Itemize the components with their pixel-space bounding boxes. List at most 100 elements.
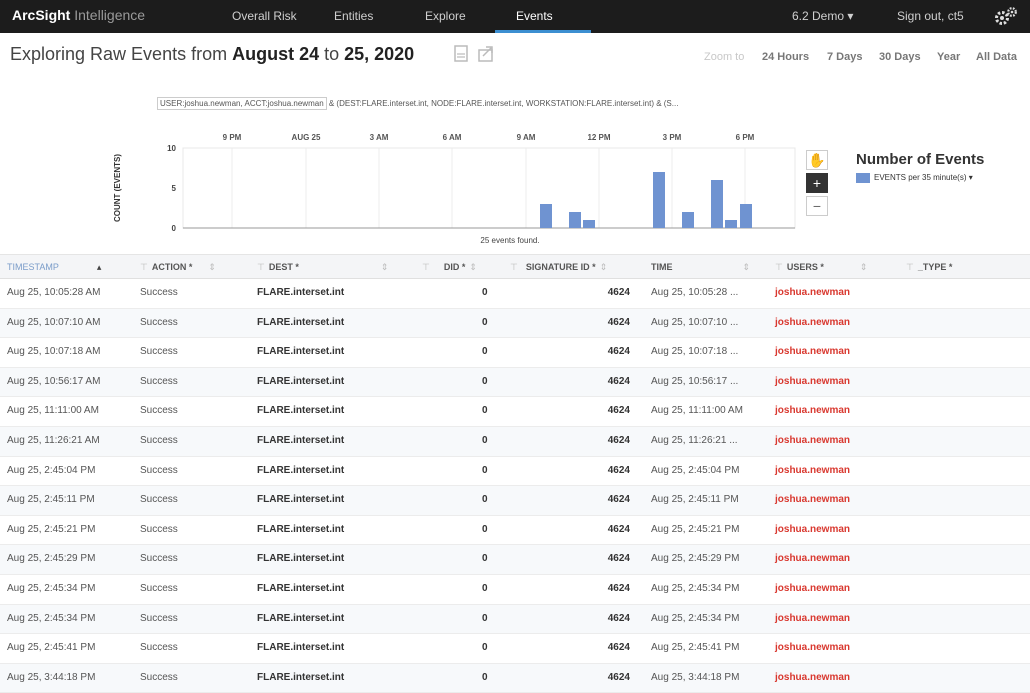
table-row[interactable]: Aug 25, 2:45:11 PM Success FLARE.interset.… bbox=[0, 486, 1030, 516]
col-dest[interactable]: ⊤ DEST * ⇕ bbox=[257, 262, 388, 273]
sort-active-icon[interactable]: ▴ bbox=[97, 262, 102, 272]
table-row[interactable]: Aug 25, 11:11:00 AM Success FLARE.interset… bbox=[0, 397, 1030, 427]
table-row[interactable]: Aug 25, 2:45:04 PM Success FLARE.interset.… bbox=[0, 457, 1030, 487]
settings-gear-icon[interactable] bbox=[993, 5, 1019, 27]
x-tick-label: 9 AM bbox=[517, 133, 536, 142]
table-row[interactable]: Aug 25, 10:56:17 AM Success FLARE.interset… bbox=[0, 367, 1030, 398]
user-link[interactable]: joshua.newman bbox=[775, 346, 850, 357]
histogram-bar[interactable] bbox=[583, 220, 595, 228]
filter-icon[interactable]: ⊤ bbox=[775, 262, 783, 272]
table-row[interactable]: Aug 25, 2:45:29 PM Success FLARE.interset.… bbox=[0, 545, 1030, 575]
legend-item[interactable]: EVENTS per 35 minute(s) ▾ bbox=[856, 173, 973, 183]
user-link[interactable]: joshua.newman bbox=[775, 583, 850, 594]
dest-cell: FLARE.interset.int bbox=[257, 671, 345, 683]
nav-tab-overall-risk[interactable]: Overall Risk bbox=[232, 9, 297, 23]
zoom-option[interactable]: 30 Days bbox=[879, 51, 921, 63]
user-link[interactable]: joshua.newman bbox=[775, 672, 850, 683]
title-prefix: Exploring Raw Events from bbox=[10, 44, 233, 64]
table-row[interactable]: Aug 25, 11:26:21 AM Success FLARE.interset… bbox=[0, 426, 1030, 457]
signature-id-cell: 4624 bbox=[607, 346, 630, 358]
col-time[interactable]: TIME ⇕ bbox=[651, 262, 750, 273]
histogram-bar[interactable] bbox=[653, 172, 665, 228]
histogram-bar[interactable] bbox=[725, 220, 737, 228]
action-cell: Success bbox=[140, 671, 178, 683]
did-cell: 0 bbox=[482, 434, 488, 446]
table-header: TIMESTAMP ▴ ⊤ ACTION * ⇕ ⊤ DEST * ⇕ ⊤ DID * ⇕ ⊤… bbox=[0, 254, 1030, 279]
nav-tab-entities[interactable]: Entities bbox=[334, 9, 373, 23]
table-row[interactable]: Aug 25, 10:07:18 AM Success FLARE.interset… bbox=[0, 338, 1030, 368]
user-link[interactable]: joshua.newman bbox=[775, 317, 850, 328]
sort-icon[interactable]: ⇕ bbox=[381, 262, 389, 272]
nav-tab-events[interactable]: Events bbox=[516, 9, 553, 23]
col-signature-id[interactable]: ⊤ SIGNATURE ID * ⇕ bbox=[510, 262, 607, 273]
user-link[interactable]: joshua.newman bbox=[775, 435, 850, 446]
zoom-option[interactable]: Year bbox=[937, 51, 960, 63]
title-date-from: August 24 bbox=[232, 44, 320, 64]
legend-swatch bbox=[856, 173, 870, 183]
user-link[interactable]: joshua.newman bbox=[775, 553, 850, 564]
histogram-bar[interactable] bbox=[569, 212, 581, 228]
user-link[interactable]: joshua.newman bbox=[775, 613, 850, 624]
user-link[interactable]: joshua.newman bbox=[775, 494, 850, 505]
sort-icon[interactable]: ⇕ bbox=[600, 262, 608, 272]
zoom-in-button[interactable]: + bbox=[806, 173, 828, 193]
table-row[interactable]: Aug 25, 10:07:10 AM Success FLARE.interset… bbox=[0, 308, 1030, 339]
x-tick-label: 6 AM bbox=[443, 133, 462, 142]
time-cell: Aug 25, 3:44:18 PM bbox=[651, 671, 740, 683]
did-cell: 0 bbox=[482, 553, 488, 565]
col-timestamp[interactable]: TIMESTAMP ▴ bbox=[7, 262, 101, 273]
sort-icon[interactable]: ⇕ bbox=[208, 262, 216, 272]
filter-icon[interactable]: ⊤ bbox=[140, 262, 148, 272]
signature-id-cell: 4624 bbox=[607, 464, 630, 476]
x-tick-label: 6 PM bbox=[736, 133, 755, 142]
dest-cell: FLARE.interset.int bbox=[257, 642, 345, 654]
user-link[interactable]: joshua.newman bbox=[775, 642, 850, 653]
user-link[interactable]: joshua.newman bbox=[775, 376, 850, 387]
events-histogram: 9 PM AUG 25 3 AM 6 AM 9 AM 12 PM 3 PM 6 PM 10 5 0 C… bbox=[113, 133, 796, 245]
col-type[interactable]: ⊤ _TYPE * bbox=[906, 262, 952, 273]
col-action[interactable]: ⊤ ACTION * ⇕ bbox=[140, 262, 216, 273]
histogram-bar[interactable] bbox=[540, 204, 552, 228]
user-link[interactable]: joshua.newman bbox=[775, 465, 850, 476]
filter-icon[interactable]: ⊤ bbox=[510, 262, 518, 272]
app-logo[interactable]: ArcSight Intelligence bbox=[12, 7, 145, 23]
action-cell: Success bbox=[140, 405, 178, 417]
col-users[interactable]: ⊤ USERS * ⇕ bbox=[775, 262, 867, 273]
legend-title: Number of Events bbox=[856, 151, 985, 168]
zoom-option[interactable]: All Data bbox=[976, 51, 1017, 63]
sort-icon[interactable]: ⇕ bbox=[743, 262, 751, 272]
user-link[interactable]: joshua.newman bbox=[775, 287, 850, 298]
table-row[interactable]: Aug 25, 2:45:21 PM Success FLARE.interset.… bbox=[0, 516, 1030, 546]
time-cell: Aug 25, 10:56:17 ... bbox=[651, 375, 739, 387]
col-did[interactable]: ⊤ DID * ⇕ bbox=[422, 262, 477, 273]
time-cell: Aug 25, 10:07:10 ... bbox=[651, 316, 739, 328]
histogram-bar[interactable] bbox=[711, 180, 723, 228]
sort-icon[interactable]: ⇕ bbox=[469, 262, 477, 272]
histogram-bar[interactable] bbox=[740, 204, 752, 228]
table-row[interactable]: Aug 25, 3:44:18 PM Success FLARE.interset.… bbox=[0, 663, 1030, 693]
signout-link[interactable]: Sign out, ct5 bbox=[897, 9, 964, 23]
histogram-bar[interactable] bbox=[682, 212, 694, 228]
table-row[interactable]: Aug 25, 2:45:34 PM Success FLARE.interset.… bbox=[0, 604, 1030, 635]
export-document-icon[interactable] bbox=[454, 45, 468, 62]
time-cell: Aug 25, 2:45:04 PM bbox=[651, 464, 740, 476]
filter-user-clause[interactable]: USER:joshua.newman, ACCT:joshua.newman bbox=[157, 97, 327, 110]
user-link[interactable]: joshua.newman bbox=[775, 524, 850, 535]
filter-icon[interactable]: ⊤ bbox=[257, 262, 265, 272]
sort-icon[interactable]: ⇕ bbox=[860, 262, 868, 272]
zoom-option[interactable]: 24 Hours bbox=[762, 51, 809, 63]
nav-tab-explore[interactable]: Explore bbox=[425, 9, 466, 23]
filter-query[interactable]: USER:joshua.newman, ACCT:joshua.newman &… bbox=[157, 95, 869, 112]
table-row[interactable]: Aug 25, 2:45:34 PM Success FLARE.interset.… bbox=[0, 575, 1030, 605]
table-row[interactable]: Aug 25, 10:05:28 AM Success FLARE.interset… bbox=[0, 279, 1030, 309]
zoom-out-button[interactable]: − bbox=[806, 196, 828, 216]
filter-icon[interactable]: ⊤ bbox=[906, 262, 914, 272]
zoom-option[interactable]: 7 Days bbox=[827, 51, 862, 63]
dest-cell: FLARE.interset.int bbox=[257, 553, 345, 565]
table-row[interactable]: Aug 25, 2:45:41 PM Success FLARE.interset.… bbox=[0, 634, 1030, 664]
pan-hand-icon[interactable]: ✋ bbox=[806, 150, 828, 170]
share-icon[interactable] bbox=[478, 46, 493, 62]
user-link[interactable]: joshua.newman bbox=[775, 405, 850, 416]
tenant-dropdown[interactable]: 6.2 Demo ▾ bbox=[792, 9, 853, 23]
filter-icon[interactable]: ⊤ bbox=[422, 262, 430, 272]
